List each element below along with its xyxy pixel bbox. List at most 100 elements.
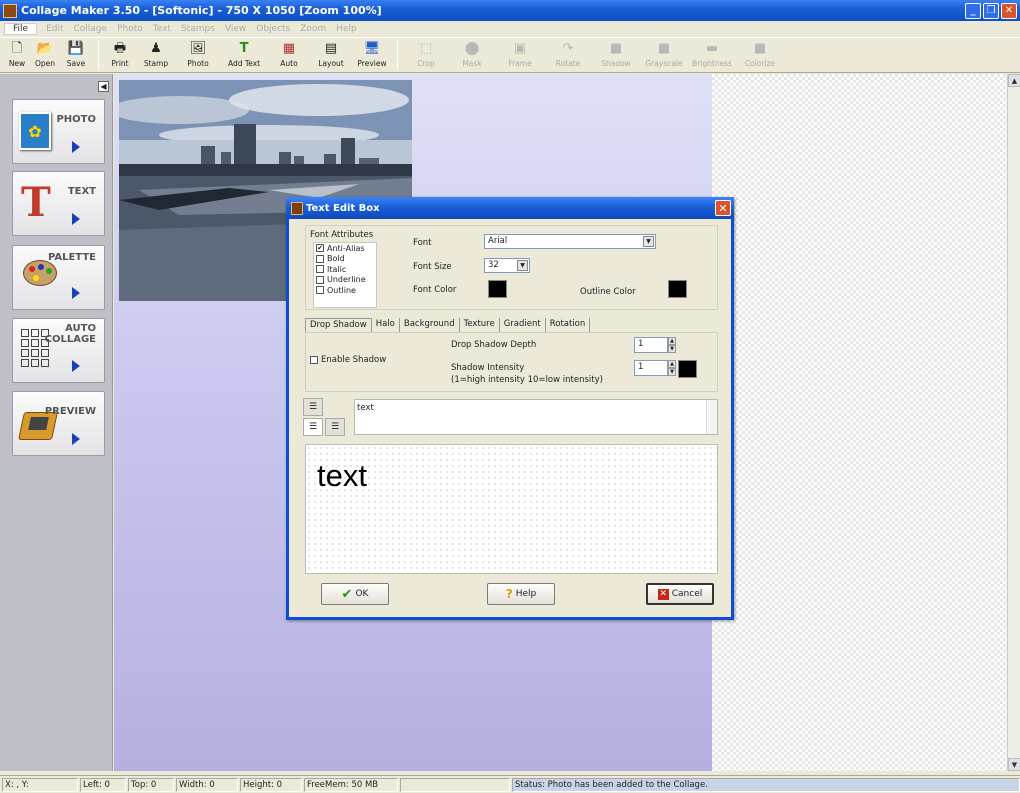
side-button-palette[interactable]: PALETTE <box>12 245 105 310</box>
spin-down-icon[interactable]: ▼ <box>668 368 676 376</box>
shadow-color-swatch[interactable] <box>678 360 697 378</box>
colorize-icon: ■ <box>753 41 767 56</box>
tab-drop-shadow[interactable]: Drop Shadow <box>305 318 372 332</box>
crop-icon: ⬚ <box>419 41 433 56</box>
side-button-preview[interactable]: PREVIEW <box>12 391 105 456</box>
checkbox-anti-alias[interactable]: ✔ Anti-Alias <box>314 243 376 254</box>
enable-shadow-checkbox[interactable]: Enable Shadow <box>310 355 386 365</box>
status-freemem: FreeMem: 50 MB <box>304 778 398 792</box>
folder-open-icon: 📂 <box>36 41 54 56</box>
title-bar: Collage Maker 3.50 - [Softonic] - 750 X … <box>0 0 1020 21</box>
shadow-button[interactable]: ■ Shadow <box>592 38 640 72</box>
align-center-button[interactable]: ☰ <box>303 398 323 416</box>
close-window-button[interactable]: ✕ <box>1001 2 1017 19</box>
text-input[interactable]: text <box>354 399 718 435</box>
shadow-depth-label: Drop Shadow Depth <box>451 340 537 350</box>
arrow-right-icon <box>72 213 80 225</box>
scroll-up-icon[interactable]: ▲ <box>1008 74 1020 87</box>
photo-icon: 🖼 <box>189 41 207 56</box>
side-label-photo: PHOTO <box>56 114 96 125</box>
add-text-icon: T <box>239 41 249 56</box>
menu-text[interactable]: Text <box>148 24 176 34</box>
preview-button[interactable]: 🖥 Preview <box>353 38 391 72</box>
ok-button[interactable]: ✔ OK <box>321 583 389 605</box>
photo-side-icon: ✿ <box>19 112 51 150</box>
menu-photo[interactable]: Photo <box>112 24 148 34</box>
shadow-intensity-label: Shadow Intensity <box>451 363 525 373</box>
font-attributes-title: Font Attributes <box>310 230 374 240</box>
frame-button[interactable]: ▣ Frame <box>496 38 544 72</box>
scroll-down-icon[interactable]: ▼ <box>1008 758 1020 771</box>
open-button[interactable]: 📂 Open <box>30 38 60 72</box>
outline-color-swatch[interactable] <box>668 280 687 298</box>
text-input-scrollbar[interactable] <box>706 400 717 434</box>
menu-help[interactable]: Help <box>331 24 362 34</box>
spin-up-icon[interactable]: ▲ <box>668 360 676 368</box>
tab-gradient[interactable]: Gradient <box>500 318 546 332</box>
side-button-photo[interactable]: ✿ PHOTO <box>12 99 105 164</box>
effects-tabs: Drop Shadow Halo Background Texture Grad… <box>305 318 591 332</box>
side-button-auto-collage[interactable]: AUTO COLLAGE <box>12 318 105 383</box>
crop-button[interactable]: ⬚ Crop <box>404 38 448 72</box>
rotate-icon: ↷ <box>562 41 574 56</box>
layout-button[interactable]: ▤ Layout <box>309 38 353 72</box>
help-button[interactable]: ? Help <box>487 583 555 605</box>
add-text-button[interactable]: T Add Text <box>219 38 269 72</box>
checkbox-bold[interactable]: Bold <box>314 254 376 265</box>
spin-up-icon[interactable]: ▲ <box>668 337 676 345</box>
grayscale-button[interactable]: ■ Grayscale <box>640 38 688 72</box>
status-top: Top: 0 <box>128 778 174 792</box>
side-button-text[interactable]: T TEXT <box>12 171 105 236</box>
save-button[interactable]: 💾 Save <box>60 38 92 72</box>
menu-stamps[interactable]: Stamps <box>176 24 220 34</box>
status-left: Left: 0 <box>80 778 126 792</box>
collage-page-transparent <box>712 74 1007 771</box>
font-size-select[interactable]: 32 ▼ <box>484 258 530 273</box>
vertical-scrollbar[interactable]: ▲ ▼ <box>1007 74 1020 771</box>
menu-objects[interactable]: Objects <box>251 24 295 34</box>
print-button[interactable]: 🖶 Print <box>105 38 135 72</box>
rotate-button[interactable]: ↷ Rotate <box>544 38 592 72</box>
shadow-intensity-spinner[interactable]: 1 ▲ ▼ <box>634 360 676 376</box>
restore-button[interactable]: ❐ <box>983 2 999 19</box>
menu-edit[interactable]: Edit <box>41 24 68 34</box>
font-select[interactable]: Arial ▼ <box>484 234 656 249</box>
dialog-title-bar: Text Edit Box ✕ <box>286 197 734 219</box>
align-left-button[interactable]: ☰ <box>303 418 323 436</box>
stamp-button[interactable]: ♟ Stamp <box>135 38 177 72</box>
checkbox-underline[interactable]: Underline <box>314 275 376 286</box>
align-right-button[interactable]: ☰ <box>325 418 345 436</box>
shadow-depth-spinner[interactable]: 1 ▲ ▼ <box>634 337 676 353</box>
font-color-swatch[interactable] <box>488 280 507 298</box>
dialog-close-button[interactable]: ✕ <box>715 200 731 216</box>
collapse-panel-button[interactable]: ◀ <box>98 81 109 92</box>
auto-button[interactable]: ▦ Auto <box>269 38 309 72</box>
tab-background[interactable]: Background <box>400 318 460 332</box>
side-label-auto-collage: AUTO COLLAGE <box>44 323 96 345</box>
new-button[interactable]: 🗋 New <box>4 38 30 72</box>
printer-icon: 🖶 <box>113 41 127 56</box>
menu-file[interactable]: File <box>4 23 38 35</box>
font-attributes-group: Font Attributes ✔ Anti-Alias Bold Italic … <box>305 225 718 310</box>
preview-monitor-icon: 🖥 <box>363 41 381 56</box>
mask-button[interactable]: ⬤ Mask <box>448 38 496 72</box>
frame-icon: ▣ <box>513 41 527 56</box>
spin-down-icon[interactable]: ▼ <box>668 345 676 353</box>
menu-zoom[interactable]: Zoom <box>295 24 331 34</box>
checkbox-outline[interactable]: Outline <box>314 285 376 296</box>
menu-view[interactable]: View <box>220 24 251 34</box>
minimize-button[interactable]: _ <box>965 2 981 19</box>
toolbar: 🗋 New 📂 Open 💾 Save 🖶 Print ♟ Stamp 🖼 Ph… <box>0 37 1020 73</box>
align-left-icon: ☰ <box>308 422 318 432</box>
colorize-button[interactable]: ■ Colorize <box>736 38 784 72</box>
cancel-button[interactable]: ✕ Cancel <box>646 583 714 605</box>
status-width: Width: 0 <box>176 778 238 792</box>
menu-bar: File Edit Collage Photo Text Stamps View… <box>0 21 1020 37</box>
tab-texture[interactable]: Texture <box>460 318 500 332</box>
tab-rotation[interactable]: Rotation <box>546 318 591 332</box>
menu-collage[interactable]: Collage <box>69 24 113 34</box>
checkbox-italic[interactable]: Italic <box>314 264 376 275</box>
tab-halo[interactable]: Halo <box>372 318 400 332</box>
brightness-button[interactable]: ▬ Brightness <box>688 38 736 72</box>
photo-button[interactable]: 🖼 Photo <box>177 38 219 72</box>
